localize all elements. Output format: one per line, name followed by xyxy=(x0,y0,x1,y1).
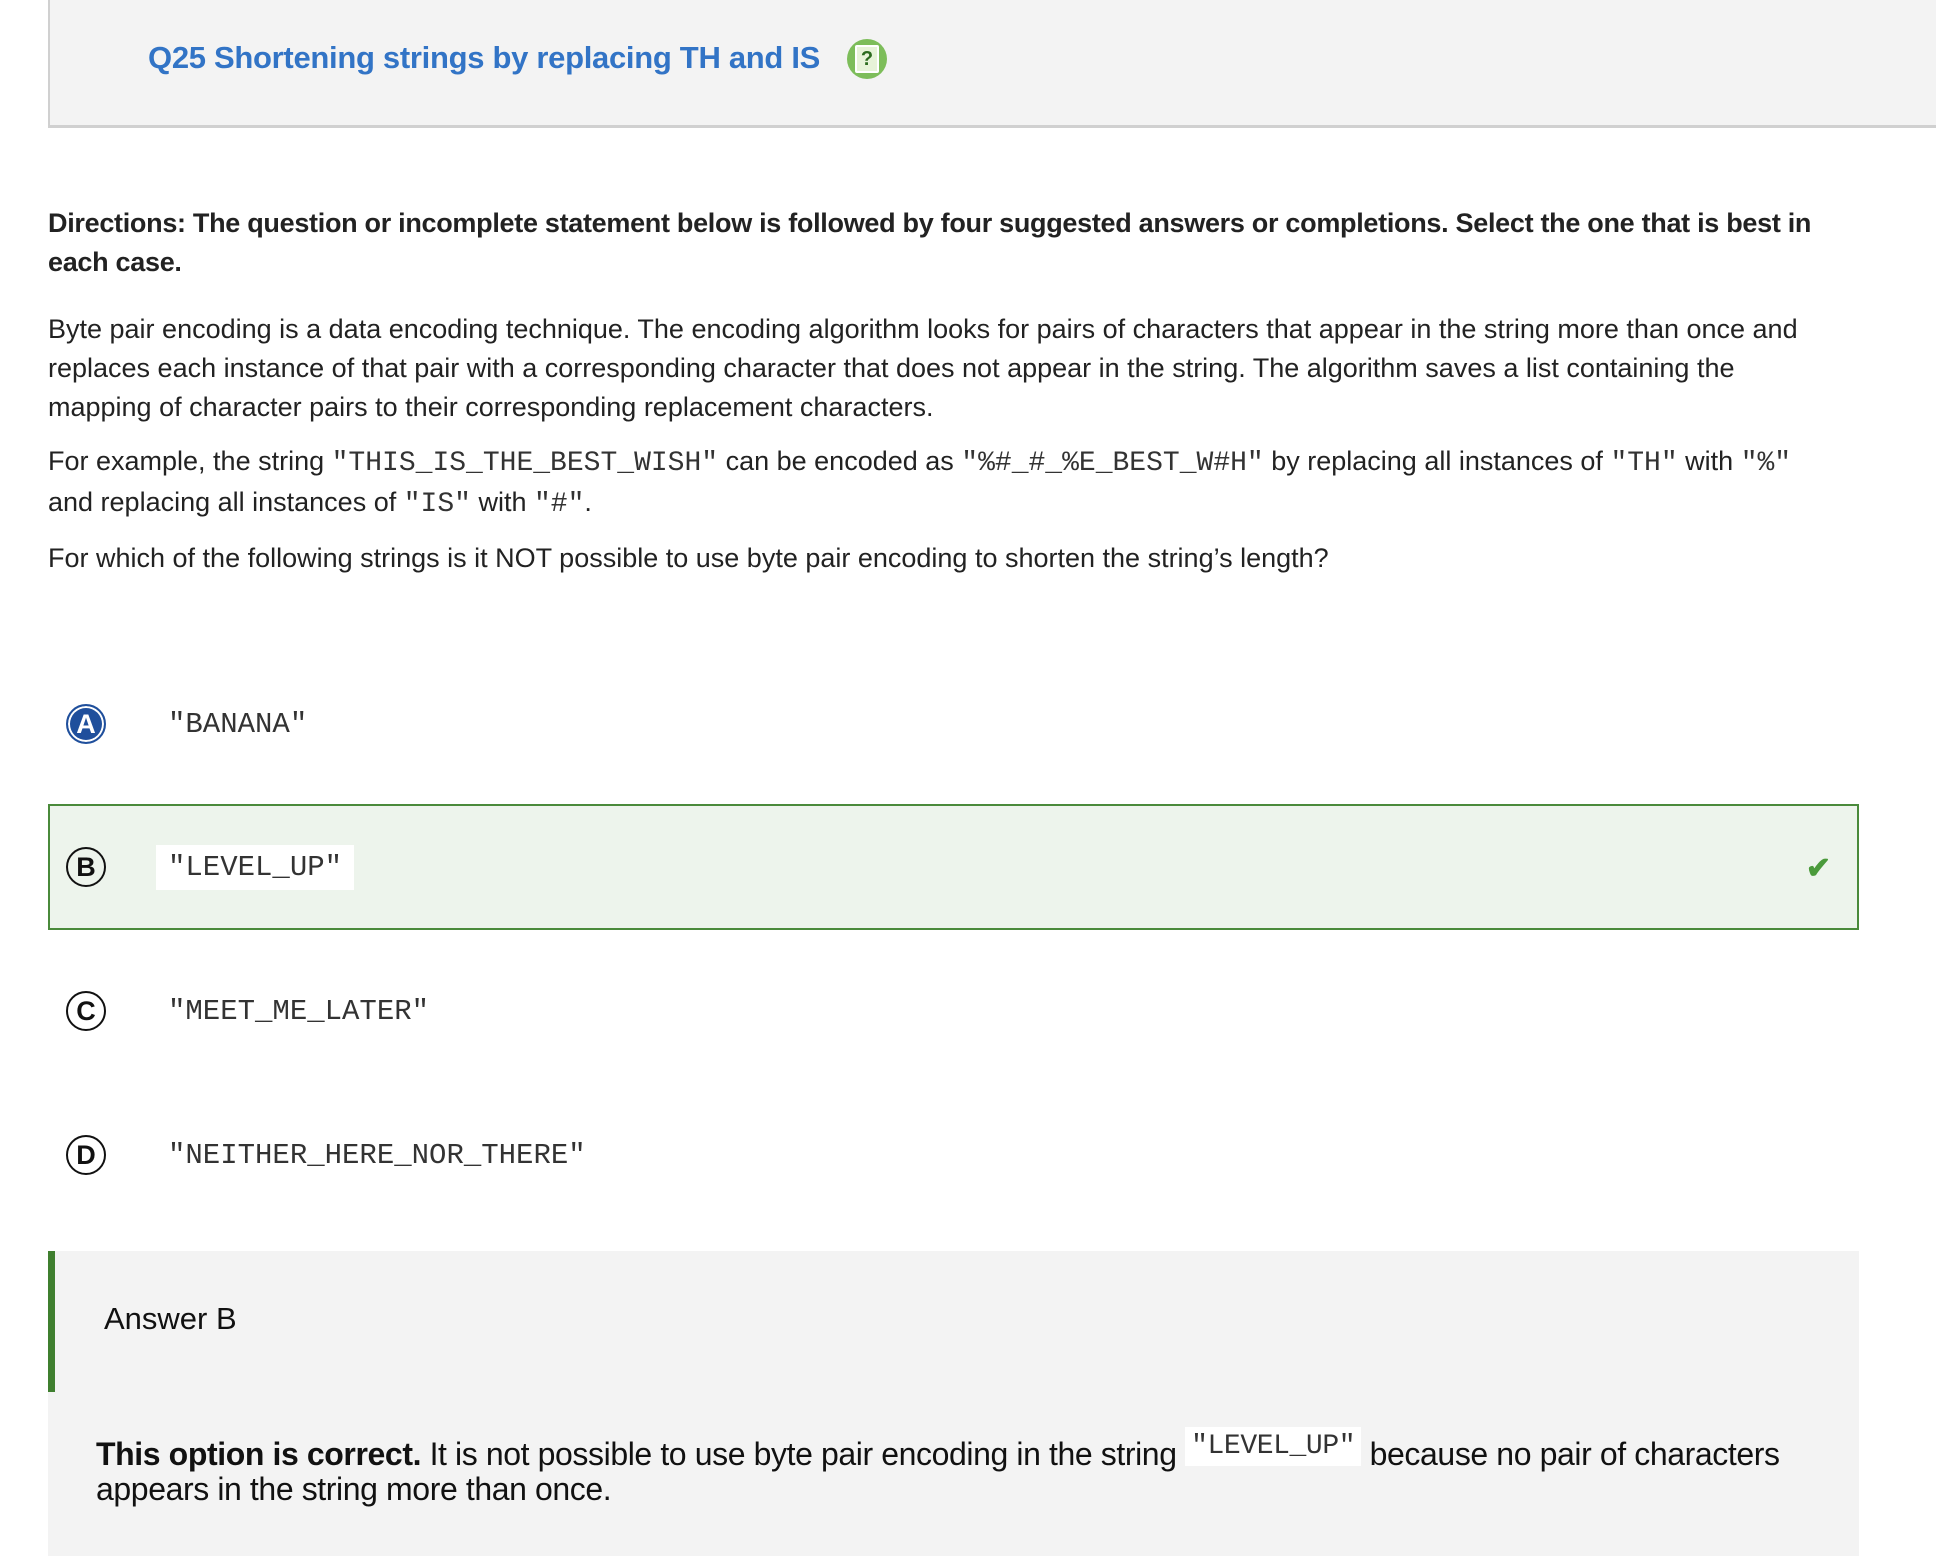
check-icon: ✔ xyxy=(1805,852,1831,885)
option-c[interactable]: C "MEET_ME_LATER" xyxy=(48,987,1859,1035)
answer-title: Answer B xyxy=(104,1301,237,1336)
option-letter-b[interactable]: B xyxy=(66,847,106,887)
text: by replacing all instances of xyxy=(1263,446,1611,476)
text: with xyxy=(1677,446,1741,476)
text: It is not possible to use byte pair enco… xyxy=(421,1436,1186,1472)
correct-label: This option is correct. xyxy=(96,1436,422,1472)
text: with xyxy=(470,487,534,517)
directions: Directions: The question or incomplete s… xyxy=(48,208,1812,277)
code: "TH" xyxy=(1610,448,1678,479)
code: "THIS_IS_THE_BEST_WISH" xyxy=(331,448,719,479)
text: . xyxy=(584,487,592,517)
text: can be encoded as xyxy=(718,446,962,476)
answer-panel: Answer B This option is correct. It is n… xyxy=(48,1251,1859,1556)
question-header: Q25 Shortening strings by replacing TH a… xyxy=(48,0,1936,128)
answer-explanation: This option is correct. It is not possib… xyxy=(96,1427,1796,1505)
example-paragraph: For example, the string "THIS_IS_THE_BES… xyxy=(48,442,1828,524)
option-text: "MEET_ME_LATER" xyxy=(168,994,430,1028)
option-d[interactable]: D "NEITHER_HERE_NOR_THERE" xyxy=(48,1131,1859,1179)
text: For example, the string xyxy=(48,446,332,476)
option-text: "LEVEL_UP" xyxy=(156,844,355,890)
option-letter-d[interactable]: D xyxy=(66,1135,106,1175)
code: "IS" xyxy=(403,489,471,520)
question-text: For which of the following strings is it… xyxy=(48,543,1329,573)
option-a[interactable]: A "BANANA" xyxy=(48,700,1859,748)
question-body: Directions: The question or incomplete s… xyxy=(48,204,1828,593)
code: "LEVEL_UP" xyxy=(1185,1427,1362,1466)
code: "#" xyxy=(533,489,585,520)
option-letter-c[interactable]: C xyxy=(66,991,106,1031)
code: "%#_#_%E_BEST_W#H" xyxy=(961,448,1264,479)
question-notepad-icon[interactable]: ? xyxy=(847,39,887,79)
option-text: "BANANA" xyxy=(168,707,308,741)
option-letter-a[interactable]: A xyxy=(66,704,106,744)
answer-accent-bar xyxy=(48,1251,55,1392)
option-b[interactable]: B "LEVEL_UP" ✔ xyxy=(48,804,1859,930)
code: "%" xyxy=(1740,448,1792,479)
question-title: Q25 Shortening strings by replacing TH a… xyxy=(148,40,821,75)
intro-paragraph: Byte pair encoding is a data encoding te… xyxy=(48,314,1798,422)
option-text: "NEITHER_HERE_NOR_THERE" xyxy=(168,1138,586,1172)
text: and replacing all instances of xyxy=(48,487,404,517)
